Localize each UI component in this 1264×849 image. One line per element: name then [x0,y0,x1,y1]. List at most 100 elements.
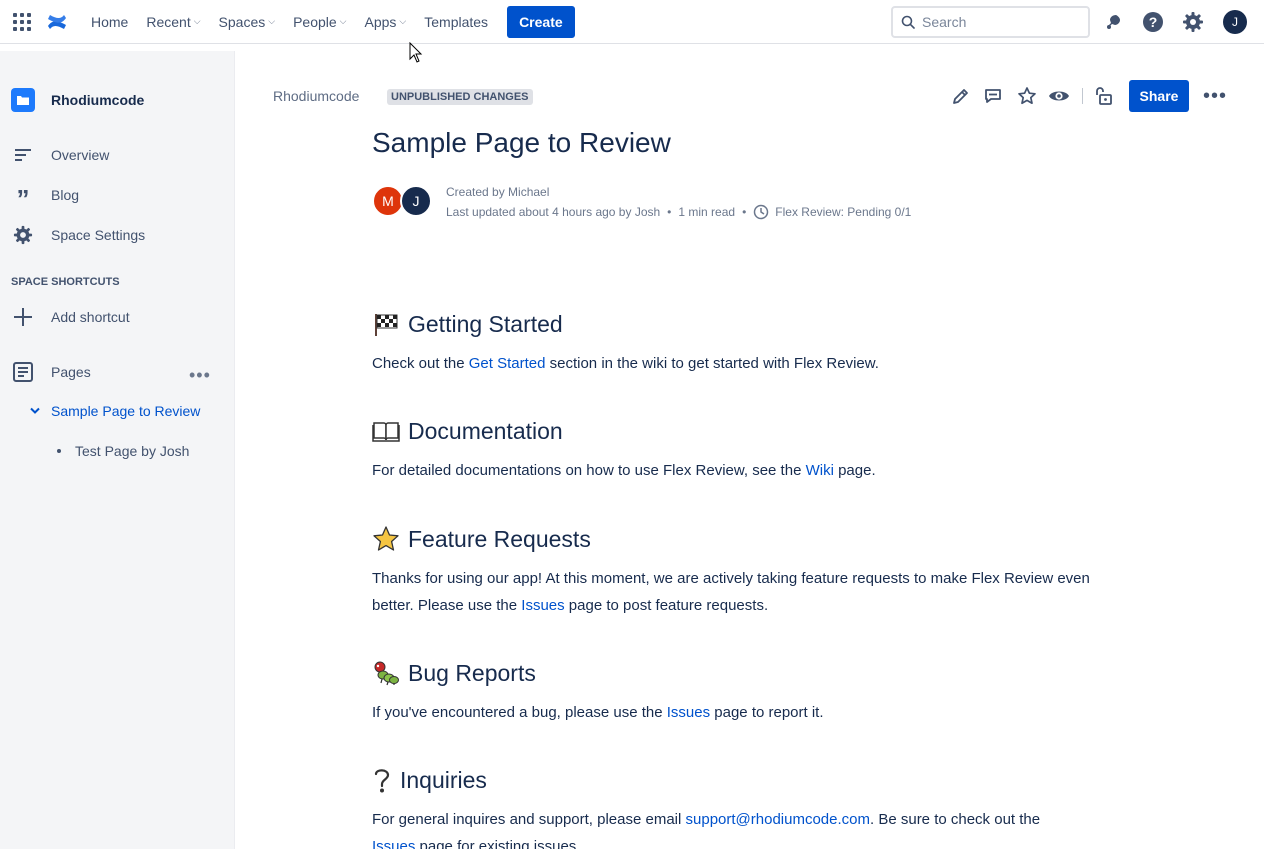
section-paragraph: For general inquires and support, please… [372,806,1062,849]
section-paragraph: Check out the Get Started section in the… [372,350,1132,377]
get-started-link[interactable]: Get Started [469,355,546,372]
section-paragraph: Thanks for using our app! At this moment… [372,565,1132,619]
paragraph-text: . Be sure to check out the [870,811,1041,828]
support-email-link[interactable]: support@rhodiumcode.com [686,811,870,828]
comment-icon[interactable] [981,84,1005,108]
notifications-bell-icon[interactable] [1101,10,1125,34]
nav-apps[interactable]: Apps ⌵ [356,6,416,38]
sidebar-item-label: Space Settings [51,227,146,243]
more-options-icon[interactable]: ••• [1203,84,1227,108]
chevron-down-icon: ⌵ [399,15,407,26]
star-icon [372,525,400,553]
chevron-down-icon [30,407,40,414]
nav-home-label: Home [91,14,129,30]
section-heading: Bug Reports [408,659,536,686]
separator-dot: • [667,205,672,219]
space-header[interactable]: Rhodiumcode [11,88,144,112]
tree-item-test-page[interactable]: Test Page by Josh [57,443,189,459]
read-time: 1 min read [678,205,736,219]
create-button[interactable]: Create [507,6,575,38]
section-heading: Inquiries [400,766,487,793]
plus-icon [11,305,35,329]
status-badge: UNPUBLISHED CHANGES [387,89,533,105]
pages-icon [11,360,35,384]
section-heading: Getting Started [408,310,563,337]
page-title: Sample Page to Review [372,127,671,158]
issues-link[interactable]: Issues [372,838,415,849]
section-paragraph: If you've encountered a bug, please use … [372,699,1132,726]
overview-icon [11,143,35,167]
sidebar-item-label: Blog [51,187,80,203]
add-shortcut-label: Add shortcut [51,309,130,325]
issues-link[interactable]: Issues [521,597,564,614]
tree-item-sample-page[interactable]: Sample Page to Review [30,403,200,419]
paragraph-text: page. [833,462,876,479]
checkered-flag-icon [372,310,400,338]
more-actions-icon[interactable]: ••• [189,365,211,386]
open-book-icon [372,417,400,445]
mouse-cursor-icon [409,41,425,64]
question-mark-icon [372,766,392,794]
settings-gear-icon[interactable] [1181,10,1205,34]
tree-item-label: Sample Page to Review [51,403,201,419]
nav-templates[interactable]: Templates [415,6,497,38]
section-heading: Feature Requests [408,525,591,552]
section-bug-reports: Bug Reports [372,659,536,687]
nav-people[interactable]: People ⌵ [284,6,355,38]
last-updated[interactable]: Last updated about 4 hours ago by Josh [446,205,660,219]
space-logo-icon [11,88,35,112]
share-button[interactable]: Share [1129,80,1189,112]
nav-spaces[interactable]: Spaces ⌵ [210,6,285,38]
sidebar-item-space-settings[interactable]: Space Settings [11,223,145,247]
separator-dot: • [742,205,747,219]
bug-icon [372,659,400,687]
clock-icon [754,204,769,220]
star-icon[interactable] [1015,84,1039,108]
nav-people-label: People [293,14,337,30]
chevron-down-icon: ⌵ [339,15,347,26]
wiki-link[interactable]: Wiki [806,462,834,479]
created-by: Created by Michael [446,185,550,199]
search-input[interactable]: Search [891,6,1090,38]
section-inquiries: Inquiries [372,766,487,794]
sidebar-item-overview[interactable]: Overview [11,143,109,167]
section-paragraph: For detailed documentations on how to us… [372,457,1132,484]
section-getting-started: Getting Started [372,310,563,338]
space-sidebar: Rhodiumcode Overview ” Blog Space Settin… [0,51,235,849]
unlock-icon[interactable] [1092,84,1116,108]
nav-templates-label: Templates [424,14,489,30]
toolbar-divider [1082,88,1083,104]
paragraph-text: page to post feature requests. [564,597,769,614]
paragraph-text: If you've encountered a bug, please use … [372,704,667,721]
section-documentation: Documentation [372,417,563,445]
nav-spaces-label: Spaces [218,14,266,30]
nav-home[interactable]: Home [82,6,137,38]
space-name: Rhodiumcode [51,92,145,108]
avatar-editor[interactable]: J [400,185,432,217]
nav-recent-label: Recent [146,14,191,30]
issues-link[interactable]: Issues [667,704,710,721]
confluence-logo-icon[interactable] [46,11,68,33]
sidebar-item-pages[interactable]: Pages [11,360,91,384]
paragraph-text: page to report it. [710,704,824,721]
edit-pencil-icon[interactable] [949,84,973,108]
bullet-icon [57,449,61,453]
svg-text:?: ? [1149,14,1158,30]
add-shortcut-button[interactable]: Add shortcut [11,305,130,329]
app-switcher-icon[interactable] [13,13,31,31]
flex-review-status[interactable]: Flex Review: Pending 0/1 [775,205,911,219]
user-avatar[interactable]: J [1223,10,1247,34]
help-icon[interactable]: ? [1141,10,1165,34]
nav-apps-label: Apps [364,14,397,30]
chevron-down-icon: ⌵ [193,15,201,26]
sidebar-item-blog[interactable]: ” Blog [11,183,80,212]
breadcrumb[interactable]: Rhodiumcode [273,88,359,104]
search-placeholder: Search [922,14,967,30]
gear-icon [11,223,35,247]
watch-eye-icon[interactable] [1047,84,1071,108]
nav-recent[interactable]: Recent ⌵ [137,6,209,38]
top-navigation: Home Recent ⌵ Spaces ⌵ People ⌵ Apps ⌵ Templ… [0,0,1264,44]
paragraph-text: page for existing issues. [415,838,581,849]
sidebar-item-label: Pages [51,364,91,380]
search-icon [901,15,915,29]
